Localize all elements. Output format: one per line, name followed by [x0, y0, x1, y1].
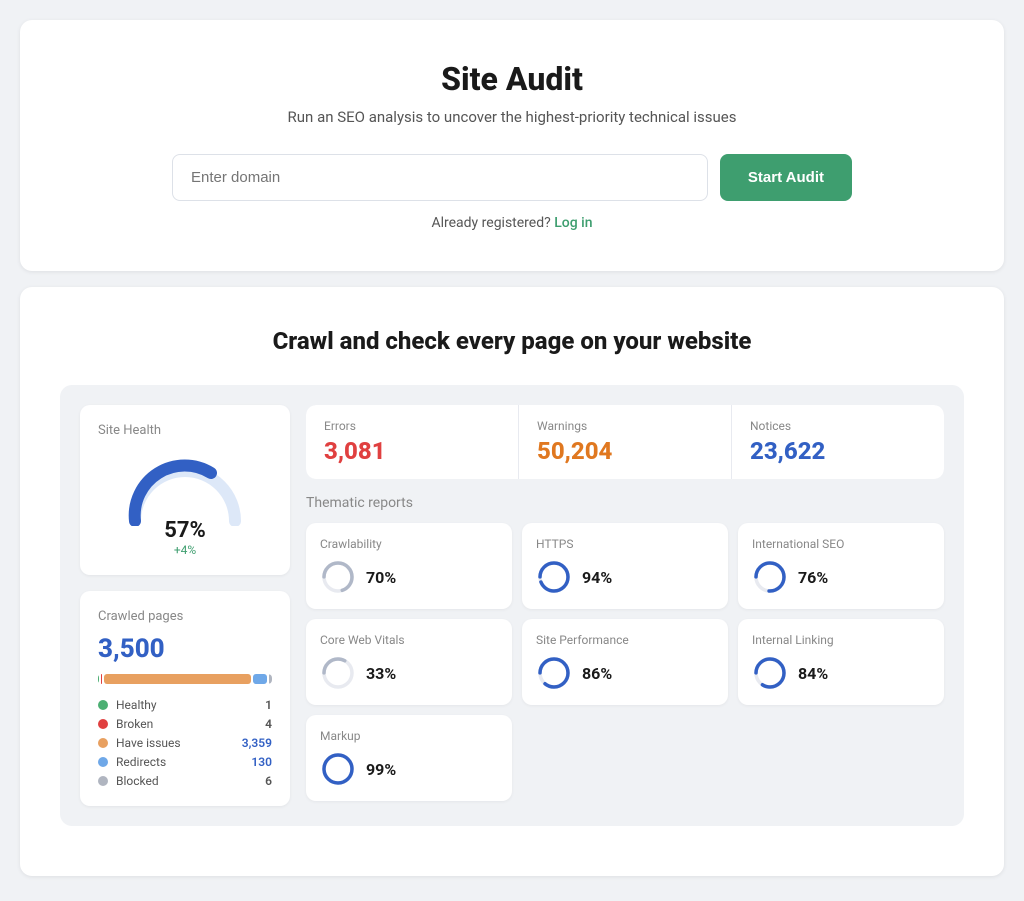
thematic-section: Thematic reports Crawlability 70% HTTPS …	[306, 495, 944, 801]
login-prompt-text: Already registered? Log in	[80, 215, 944, 231]
right-column: Errors 3,081 Warnings 50,204 Notices 23,…	[306, 405, 944, 806]
thematic-name: HTTPS	[536, 537, 714, 551]
thematic-item: Markup 99%	[306, 715, 512, 801]
stat-label: Notices	[750, 419, 926, 433]
thematic-name: Crawlability	[320, 537, 498, 551]
thematic-name: Internal Linking	[752, 633, 930, 647]
legend-item: Healthy 1	[98, 698, 272, 712]
dashboard: Site Health 57% +4% Crawled pages 3,500	[60, 385, 964, 826]
thematic-item: International SEO 76%	[738, 523, 944, 609]
stat-cell: Warnings 50,204	[519, 405, 731, 479]
circle-chart	[536, 559, 572, 595]
gauge-percent: 57%	[164, 518, 206, 543]
thematic-pct: 70%	[366, 568, 396, 587]
legend-item: Broken 4	[98, 717, 272, 731]
login-link[interactable]: Log in	[554, 215, 592, 231]
circle-chart	[752, 559, 788, 595]
site-health-label: Site Health	[98, 423, 272, 438]
stat-label: Warnings	[537, 419, 713, 433]
crawled-bar	[98, 674, 272, 684]
thematic-pct: 76%	[798, 568, 828, 587]
thematic-row: 33%	[320, 655, 498, 691]
stats-row: Errors 3,081 Warnings 50,204 Notices 23,…	[306, 405, 944, 479]
thematic-row: 86%	[536, 655, 714, 691]
circle-chart	[320, 559, 356, 595]
gauge-chart	[125, 456, 245, 526]
stat-value: 23,622	[750, 437, 926, 465]
thematic-row: 84%	[752, 655, 930, 691]
thematic-pct: 94%	[582, 568, 612, 587]
thematic-row: 99%	[320, 751, 498, 787]
thematic-pct: 99%	[366, 760, 396, 779]
thematic-name: Markup	[320, 729, 498, 743]
thematic-name: International SEO	[752, 537, 930, 551]
stat-value: 3,081	[324, 437, 500, 465]
legend-item: Redirects 130	[98, 755, 272, 769]
page-subtitle: Run an SEO analysis to uncover the highe…	[80, 108, 944, 126]
legend-list: Healthy 1 Broken 4 Have issues 3,359 Red…	[98, 698, 272, 788]
site-health-widget: Site Health 57% +4%	[80, 405, 290, 575]
top-card: Site Audit Run an SEO analysis to uncove…	[20, 20, 1004, 271]
crawled-pages-label: Crawled pages	[98, 609, 272, 624]
left-column: Site Health 57% +4% Crawled pages 3,500	[80, 405, 290, 806]
thematic-item: Site Performance 86%	[522, 619, 728, 705]
search-row: Start Audit	[172, 154, 852, 201]
stat-label: Errors	[324, 419, 500, 433]
thematic-label: Thematic reports	[306, 495, 944, 511]
thematic-row: 94%	[536, 559, 714, 595]
gauge-container: 57% +4%	[98, 448, 272, 557]
stat-value: 50,204	[537, 437, 713, 465]
crawled-count: 3,500	[98, 634, 272, 664]
stat-cell: Errors 3,081	[306, 405, 518, 479]
legend-item: Have issues 3,359	[98, 736, 272, 750]
thematic-pct: 86%	[582, 664, 612, 683]
stat-cell: Notices 23,622	[732, 405, 944, 479]
page-title: Site Audit	[80, 60, 944, 98]
thematic-row: 76%	[752, 559, 930, 595]
thematic-item: Internal Linking 84%	[738, 619, 944, 705]
thematic-item: Crawlability 70%	[306, 523, 512, 609]
bottom-card: Crawl and check every page on your websi…	[20, 287, 1004, 876]
thematic-pct: 84%	[798, 664, 828, 683]
thematic-row: 70%	[320, 559, 498, 595]
thematic-grid: Crawlability 70% HTTPS 94% International…	[306, 523, 944, 801]
thematic-item: Core Web Vitals 33%	[306, 619, 512, 705]
circle-chart	[536, 655, 572, 691]
thematic-name: Site Performance	[536, 633, 714, 647]
thematic-pct: 33%	[366, 664, 396, 683]
circle-chart	[320, 655, 356, 691]
start-audit-button[interactable]: Start Audit	[720, 154, 852, 201]
gauge-delta: +4%	[174, 543, 196, 557]
thematic-name: Core Web Vitals	[320, 633, 498, 647]
domain-input[interactable]	[172, 154, 708, 201]
section-title: Crawl and check every page on your websi…	[60, 327, 964, 355]
circle-chart	[752, 655, 788, 691]
crawled-pages-widget: Crawled pages 3,500 Healthy 1 Broken 4 H…	[80, 591, 290, 806]
thematic-item: HTTPS 94%	[522, 523, 728, 609]
legend-item: Blocked 6	[98, 774, 272, 788]
circle-chart	[320, 751, 356, 787]
